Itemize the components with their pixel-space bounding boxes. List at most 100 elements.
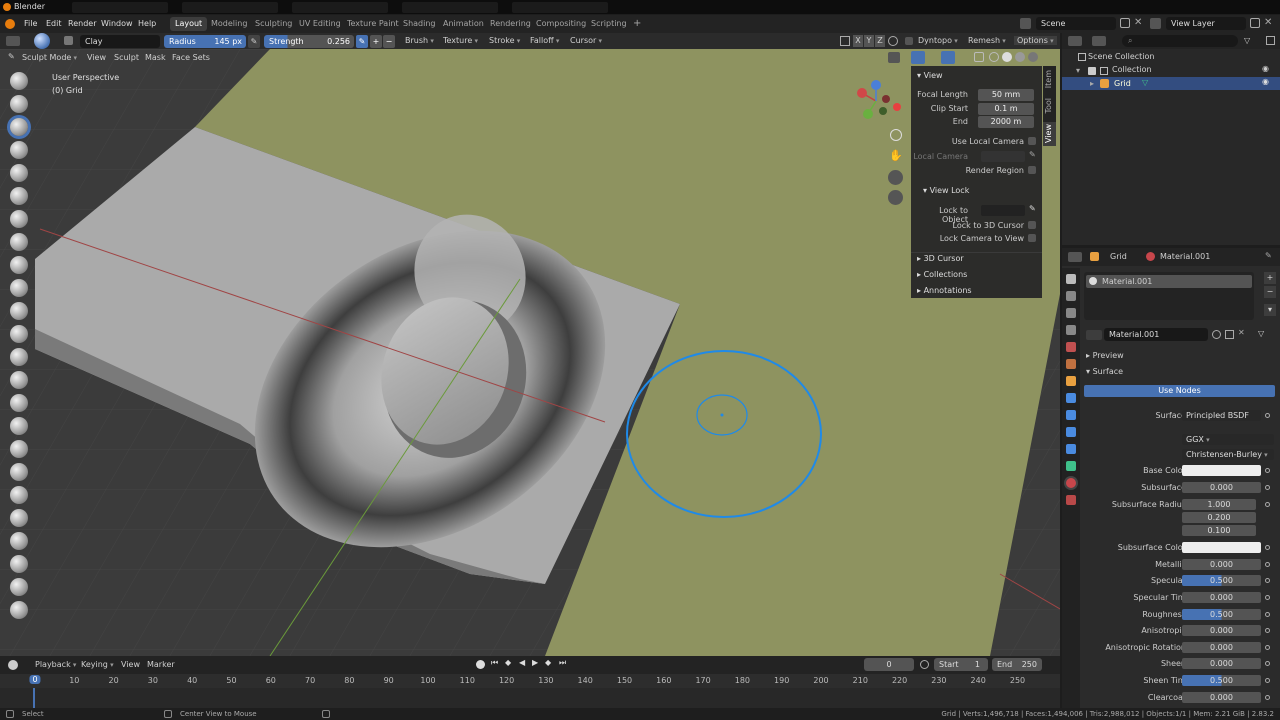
output-tab-icon[interactable] <box>1066 308 1076 318</box>
duplicate-material-icon[interactable] <box>1225 330 1234 339</box>
dyntopo-menu[interactable]: Dyntopo <box>918 36 958 45</box>
outliner-editor-type-icon[interactable] <box>1068 36 1082 46</box>
start-frame-field[interactable]: Start 1 <box>934 658 988 671</box>
new-scene-icon[interactable] <box>1120 18 1130 28</box>
blender-menu-icon[interactable] <box>5 19 15 29</box>
world-tab-icon[interactable] <box>1066 359 1076 369</box>
add-direction-button[interactable]: + <box>370 35 382 48</box>
thumb-brush-icon[interactable] <box>10 486 28 504</box>
zoom-icon[interactable] <box>890 129 902 141</box>
collection-visibility-icon[interactable]: ◉ <box>1262 64 1269 73</box>
view-lock-section-header[interactable]: ▾ View Lock <box>923 186 969 195</box>
fake-user-icon[interactable] <box>1212 330 1221 339</box>
view-layer-icon[interactable] <box>1150 18 1161 29</box>
subsurface-radius-z-field[interactable]: 0.100 <box>1182 525 1256 536</box>
tool-tab-icon[interactable] <box>1066 274 1076 284</box>
roughness-link-icon[interactable] <box>1265 612 1270 617</box>
end-frame-field[interactable]: End 250 <box>992 658 1042 671</box>
camera-view-icon[interactable] <box>888 170 903 185</box>
menu-mask[interactable]: Mask <box>145 53 166 62</box>
subsurface-radius-y-field[interactable]: 0.200 <box>1182 512 1256 523</box>
annotations-section[interactable]: ▸ Annotations <box>917 286 972 295</box>
lock-to-object-field[interactable] <box>981 205 1025 216</box>
specular-tint-link-icon[interactable] <box>1265 595 1270 600</box>
roughness-slider[interactable]: 0.500 <box>1182 609 1261 620</box>
tab-scripting[interactable]: Scripting <box>586 17 632 31</box>
anisotropic-link-icon[interactable] <box>1265 628 1270 633</box>
focal-length-field[interactable]: 50 mm <box>978 89 1034 101</box>
rendered-shading-icon[interactable] <box>1028 52 1038 62</box>
background-window-tab[interactable] <box>182 2 278 13</box>
base-color-link-icon[interactable] <box>1265 468 1270 473</box>
delete-view-layer-icon[interactable]: ✕ <box>1264 18 1272 28</box>
scene-icon[interactable] <box>1020 18 1031 29</box>
outliner-row-grid[interactable] <box>1062 77 1280 90</box>
subtract-direction-button[interactable]: − <box>383 35 395 48</box>
scene-collection-label[interactable]: Scene Collection <box>1088 52 1155 61</box>
browse-material-icon[interactable] <box>1086 330 1102 340</box>
filter-icon[interactable]: ▽ <box>1244 36 1250 45</box>
mode-selector[interactable]: Sculpt Mode <box>22 53 77 62</box>
tab-modeling[interactable]: Modeling <box>206 17 252 31</box>
menu-help[interactable]: Help <box>138 15 156 33</box>
brush-name-field[interactable]: Clay <box>80 35 160 48</box>
physics-tab-icon[interactable] <box>1066 427 1076 437</box>
symmetry-y-button[interactable]: Y <box>864 35 874 47</box>
options-menu[interactable]: Options <box>1014 36 1057 45</box>
elastic-deform-brush-icon[interactable] <box>10 440 28 458</box>
fill-brush-icon[interactable] <box>10 325 28 343</box>
collection-expand-icon[interactable]: ▾ <box>1076 66 1080 75</box>
crease-brush-icon[interactable] <box>10 256 28 274</box>
background-window-tab[interactable] <box>512 2 608 13</box>
blob-brush-icon[interactable] <box>10 233 28 251</box>
collection-label[interactable]: Collection <box>1112 65 1152 74</box>
lock-to-3d-cursor-checkbox[interactable] <box>1028 221 1036 229</box>
sheen-field[interactable]: 0.000 <box>1182 658 1261 669</box>
surface-section[interactable]: ▾ Surface <box>1086 367 1123 376</box>
prev-keyframe-icon[interactable]: ◆ <box>505 658 511 667</box>
ortho-toggle-icon[interactable] <box>888 190 903 205</box>
subsurface-method-dropdown[interactable]: Christensen-Burley <box>1182 449 1274 460</box>
current-frame-field[interactable]: 0 <box>864 658 914 671</box>
clip-start-field[interactable]: 0.1 m <box>978 103 1034 115</box>
modifier-tab-icon[interactable] <box>1066 393 1076 403</box>
jump-start-icon[interactable]: ⏮ <box>491 658 498 668</box>
anisotropic-field[interactable]: 0.000 <box>1182 625 1261 636</box>
menu-window[interactable]: Window <box>101 15 133 33</box>
clearcoat-field[interactable]: 0.000 <box>1182 692 1261 703</box>
metallic-field[interactable]: 0.000 <box>1182 559 1261 570</box>
menu-render[interactable]: Render <box>68 15 96 33</box>
grid-expand-icon[interactable]: ▸ <box>1090 79 1094 88</box>
keyframe-area[interactable] <box>0 688 1060 708</box>
strength-pressure-icon[interactable]: ✎ <box>356 35 368 48</box>
scene-name-field[interactable]: Scene <box>1036 17 1116 30</box>
3d-viewport[interactable]: User Perspective (0) Grid ✋ <box>0 49 1060 656</box>
tab-view[interactable]: View <box>1044 124 1053 143</box>
draw-sharp-brush-icon[interactable] <box>10 95 28 113</box>
nudge-brush-icon[interactable] <box>10 532 28 550</box>
symmetry-icon[interactable] <box>840 36 850 46</box>
render-tab-icon[interactable] <box>1066 291 1076 301</box>
tab-animation[interactable]: Animation <box>438 17 489 31</box>
menu-file[interactable]: File <box>24 15 37 33</box>
slot-specials-button[interactable]: ▾ <box>1264 304 1276 316</box>
3d-cursor-section[interactable]: ▸ 3D Cursor <box>917 254 964 263</box>
box-mask-icon[interactable] <box>10 601 28 619</box>
tab-compositing[interactable]: Compositing <box>531 17 591 31</box>
use-local-camera-checkbox[interactable] <box>1028 137 1036 145</box>
tab-item[interactable]: Item <box>1044 70 1053 88</box>
subsurface-radius-x-field[interactable]: 1.000 <box>1182 499 1256 510</box>
constraints-tab-icon[interactable] <box>1066 444 1076 454</box>
playback-menu[interactable]: Playback <box>35 660 76 669</box>
symmetry-z-button[interactable]: Z <box>875 35 885 47</box>
clay-strips-brush-icon[interactable] <box>10 141 28 159</box>
snake-hook-brush-icon[interactable] <box>10 463 28 481</box>
add-workspace-button[interactable]: + <box>628 17 646 31</box>
lock-icon[interactable] <box>888 36 898 46</box>
subsurface-link-icon[interactable] <box>1265 485 1270 490</box>
outliner-search-input[interactable]: ⌕ <box>1122 35 1238 47</box>
solid-shading-icon[interactable] <box>1002 52 1012 62</box>
preview-range-icon[interactable] <box>920 660 929 669</box>
object-tab-icon[interactable] <box>1066 376 1076 386</box>
falloff-menu[interactable]: Falloff <box>530 36 559 45</box>
